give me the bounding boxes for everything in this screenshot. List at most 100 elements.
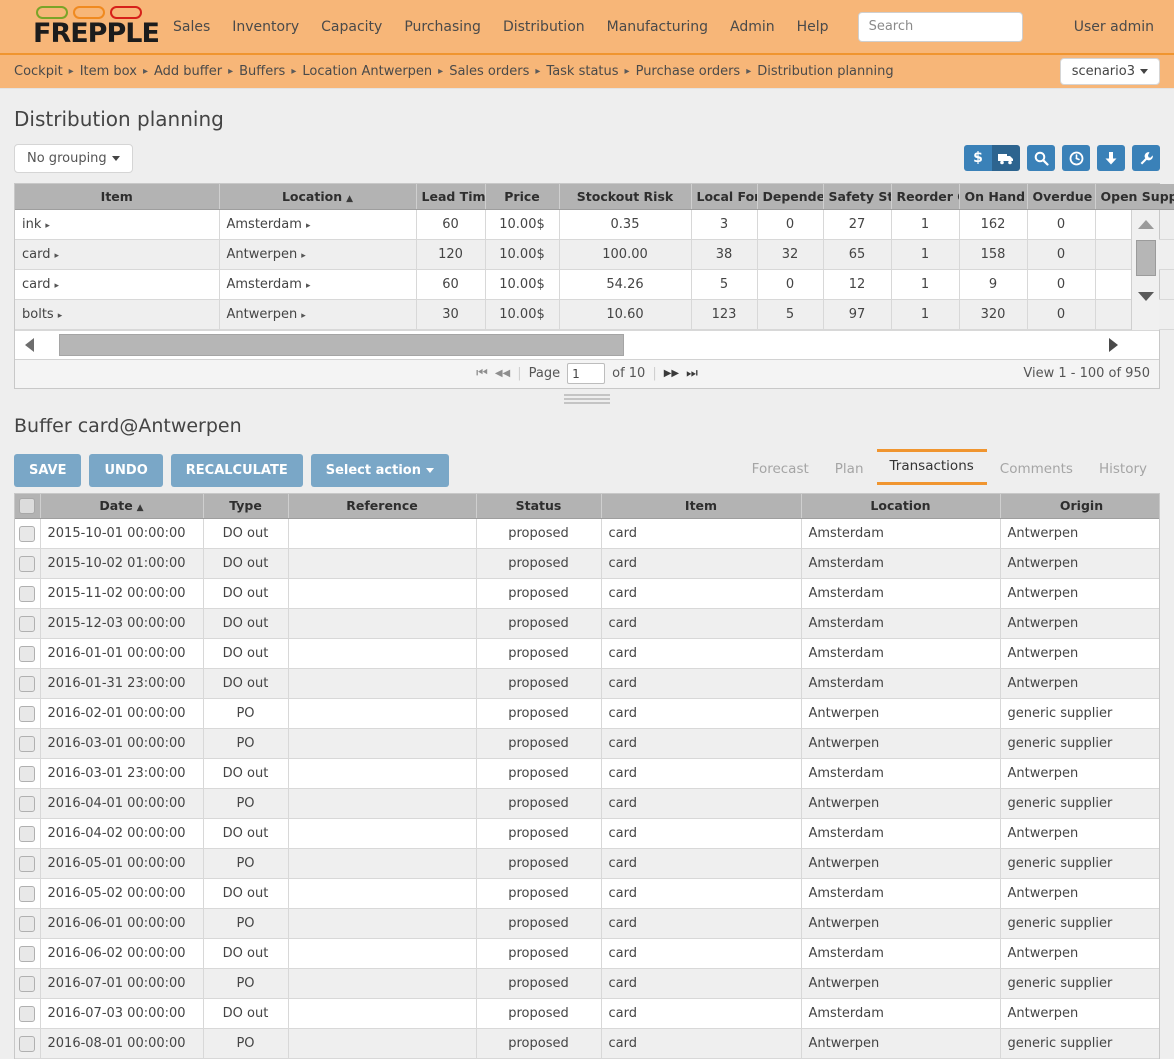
next-page-button[interactable]: ▶▶ [664,368,679,379]
table-row[interactable]: 2016-04-02 00:00:00DO outproposedcardAms… [15,819,1160,849]
column-header-on-hand[interactable]: On Hand [959,184,1027,209]
frepple-logo[interactable]: FREPPLE [14,4,146,50]
table-row[interactable]: 2016-07-03 00:00:00DO outproposedcardAms… [15,999,1160,1029]
tab-plan[interactable]: Plan [822,455,877,485]
expand-arrow-icon[interactable]: ▸ [301,311,306,321]
row-checkbox[interactable] [19,586,35,602]
table-row[interactable]: 2016-06-02 00:00:00DO outproposedcardAms… [15,939,1160,969]
cell-select[interactable] [15,549,40,579]
column-header-location[interactable]: Location▲ [219,184,416,209]
tab-forecast[interactable]: Forecast [739,455,822,485]
search-input[interactable] [858,12,1023,42]
expand-arrow-icon[interactable]: ▸ [58,311,63,321]
column-header-item[interactable]: Item [15,184,219,209]
grid-resize-handle[interactable] [564,394,610,405]
table-row[interactable]: 2015-10-02 01:00:00DO outproposedcardAms… [15,549,1160,579]
scroll-up-button[interactable] [1132,210,1160,238]
breadcrumb-item-cockpit[interactable]: Cockpit [14,64,63,79]
table-row[interactable]: 2016-03-01 00:00:00POproposedcardAntwerp… [15,729,1160,759]
table-row[interactable]: 2015-12-03 00:00:00DO outproposedcardAms… [15,609,1160,639]
cell-select[interactable] [15,699,40,729]
row-checkbox[interactable] [19,946,35,962]
column-header-stockout-risk[interactable]: Stockout Risk [559,184,691,209]
column-header-price[interactable]: Price [485,184,559,209]
recalculate-button[interactable]: RECALCULATE [171,454,303,487]
save-button[interactable]: SAVE [14,454,81,487]
last-page-button[interactable]: ⏭ [686,366,698,381]
select-action-button[interactable]: Select action [311,454,449,487]
row-checkbox[interactable] [19,856,35,872]
table-row[interactable]: 2016-04-01 00:00:00POproposedcardAntwerp… [15,789,1160,819]
cell-select[interactable] [15,669,40,699]
expand-arrow-icon[interactable]: ▸ [45,221,50,231]
user-menu[interactable]: User admin [1074,19,1160,35]
row-checkbox[interactable] [19,826,35,842]
row-checkbox[interactable] [19,646,35,662]
breadcrumb-item-item-box[interactable]: Item box [80,64,137,79]
column-header-dependent-forecast[interactable]: Dependent Forecast [757,184,823,209]
settings-button[interactable] [1132,145,1160,171]
scroll-right-button[interactable] [1099,338,1127,352]
column-header-type[interactable]: Type [203,494,288,519]
row-checkbox[interactable] [19,616,35,632]
cell-select[interactable] [15,819,40,849]
cell-select[interactable] [15,879,40,909]
nav-item-purchasing[interactable]: Purchasing [393,13,492,41]
table-row[interactable]: 2016-06-01 00:00:00POproposedcardAntwerp… [15,909,1160,939]
column-header-open-supply[interactable]: Open Supply [1095,184,1174,209]
history-button[interactable] [1062,145,1090,171]
expand-arrow-icon[interactable]: ▸ [306,281,311,291]
column-header-reorder-quantity[interactable]: Reorder Quantity [891,184,959,209]
nav-item-admin[interactable]: Admin [719,13,786,41]
expand-arrow-icon[interactable]: ▸ [306,221,311,231]
grouping-selector[interactable]: No grouping [14,144,133,173]
row-checkbox[interactable] [19,976,35,992]
table-row[interactable]: bolts▸ Antwerpen▸ 30 10.00$ 10.60 123 5 … [15,299,1174,329]
tab-comments[interactable]: Comments [987,455,1086,485]
table-row[interactable]: 2016-01-01 00:00:00DO outproposedcardAms… [15,639,1160,669]
column-header-lead-time[interactable]: Lead Time [416,184,485,209]
nav-item-manufacturing[interactable]: Manufacturing [596,13,719,41]
tab-history[interactable]: History [1086,455,1160,485]
buffer-grid-horizontal-scrollbar[interactable] [15,330,1159,359]
cell-select[interactable] [15,939,40,969]
horizontal-scroll-track[interactable] [43,334,1099,356]
breadcrumb-item-distribution-planning[interactable]: Distribution planning [757,64,893,79]
breadcrumb-item-sales-orders[interactable]: Sales orders [449,64,529,79]
horizontal-scroll-thumb[interactable] [59,334,624,356]
vertical-scroll-thumb[interactable] [1136,240,1156,276]
row-checkbox[interactable] [19,886,35,902]
table-row[interactable]: 2016-02-01 00:00:00POproposedcardAntwerp… [15,699,1160,729]
breadcrumb-item-buffers[interactable]: Buffers [239,64,285,79]
row-checkbox[interactable] [19,1006,35,1022]
column-header-overdue-sales-orders[interactable]: Overdue sales orders [1027,184,1095,209]
currency-button[interactable]: $ [964,145,992,171]
expand-arrow-icon[interactable]: ▸ [54,251,59,261]
table-row[interactable]: card▸ Amsterdam▸ 60 10.00$ 54.26 5 0 12 … [15,269,1174,299]
cell-select[interactable] [15,639,40,669]
scroll-down-button[interactable] [1132,282,1160,310]
column-header-item[interactable]: Item [601,494,801,519]
column-header-origin[interactable]: Origin [1000,494,1160,519]
tab-transactions[interactable]: Transactions [877,449,987,485]
table-row[interactable]: 2016-05-02 00:00:00DO outproposedcardAms… [15,879,1160,909]
row-checkbox[interactable] [19,676,35,692]
row-checkbox[interactable] [19,556,35,572]
cell-select[interactable] [15,969,40,999]
previous-page-button[interactable]: ◀◀ [495,368,510,379]
page-number-input[interactable] [567,363,605,384]
cell-select[interactable] [15,609,40,639]
distribution-button[interactable] [992,145,1020,171]
row-checkbox[interactable] [19,1036,35,1052]
nav-item-distribution[interactable]: Distribution [492,13,596,41]
table-row[interactable]: card▸ Antwerpen▸ 120 10.00$ 100.00 38 32… [15,239,1174,269]
cell-select[interactable] [15,849,40,879]
column-header-select-all[interactable] [15,494,40,519]
breadcrumb-item-purchase-orders[interactable]: Purchase orders [636,64,741,79]
row-checkbox[interactable] [19,526,35,542]
cell-select[interactable] [15,579,40,609]
breadcrumb-item-add-buffer[interactable]: Add buffer [154,64,222,79]
row-checkbox[interactable] [19,766,35,782]
row-checkbox[interactable] [19,736,35,752]
column-header-date[interactable]: Date▲ [40,494,203,519]
